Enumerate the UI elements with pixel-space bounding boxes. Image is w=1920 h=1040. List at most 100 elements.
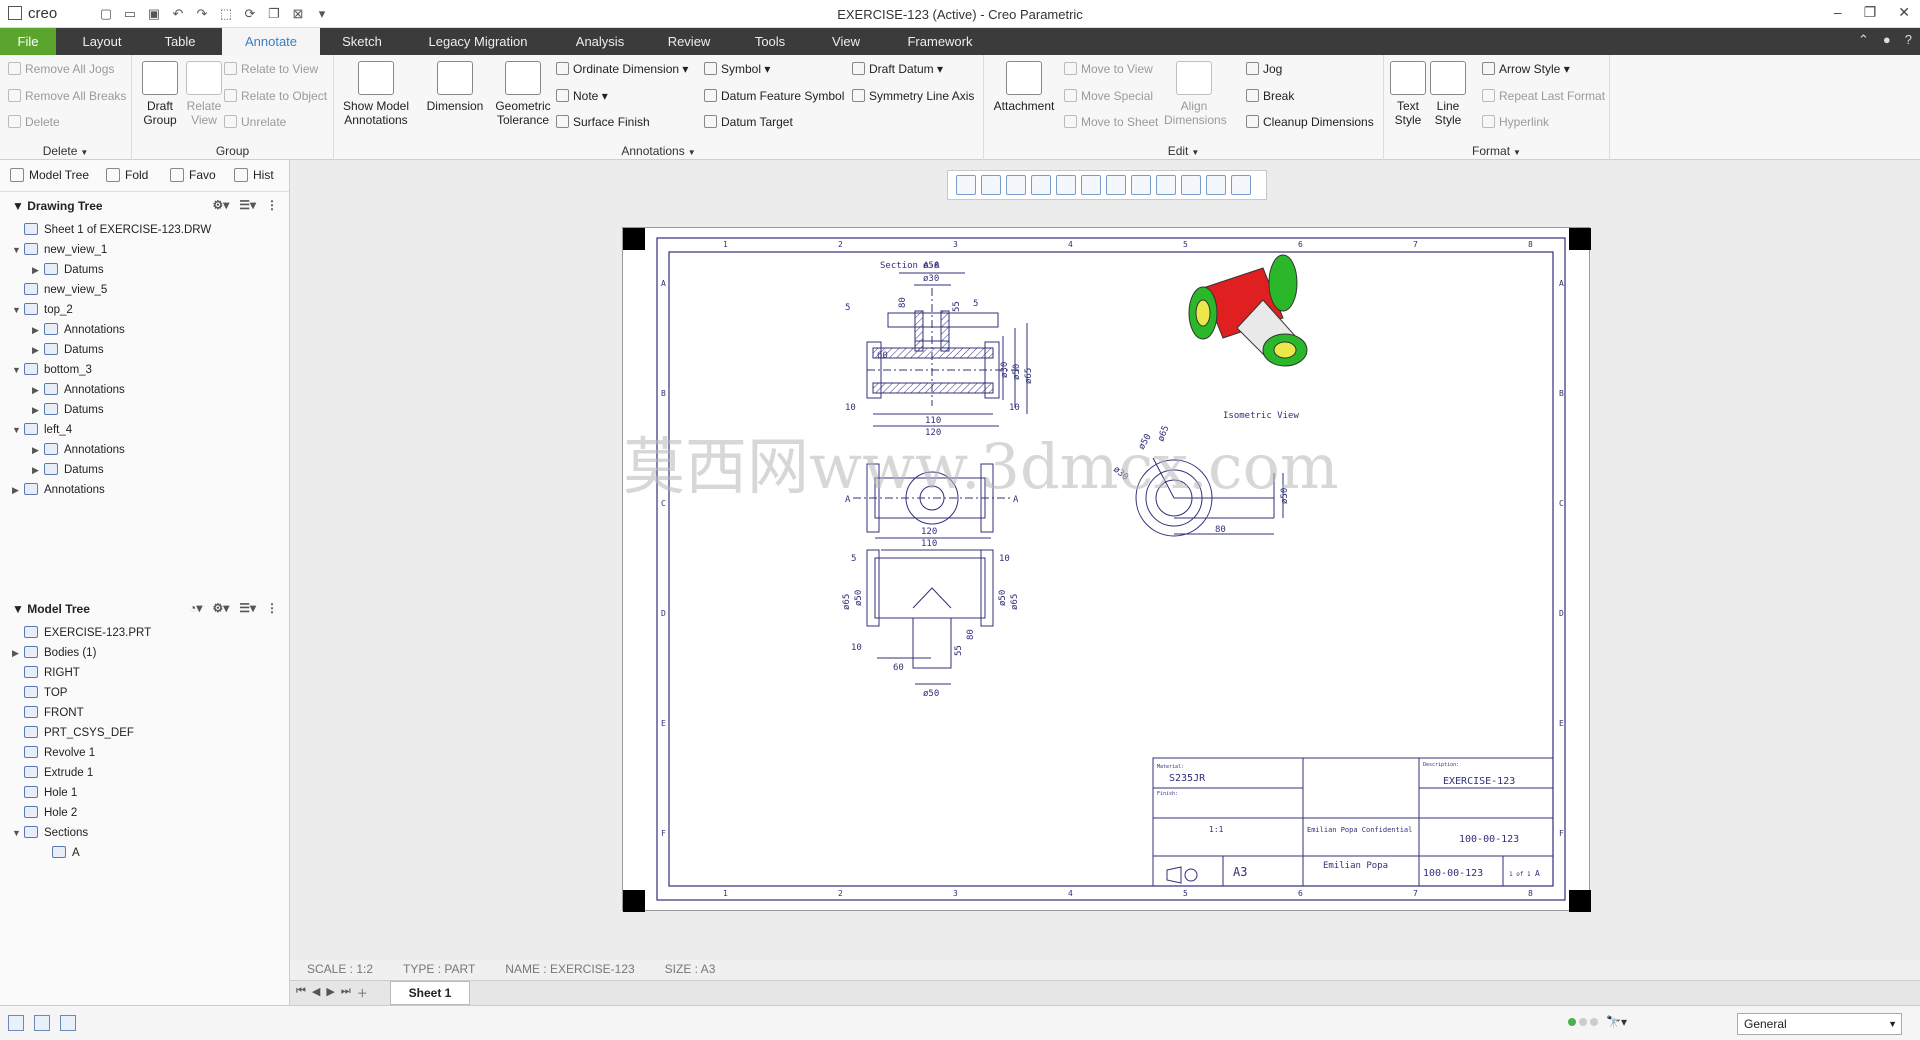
tab-tools[interactable]: Tools — [740, 28, 800, 55]
model-tree-filter-icon[interactable]: ☰▾ — [239, 601, 256, 615]
tree-display-icon[interactable]: ◔▾ — [189, 601, 202, 615]
last-sheet-icon[interactable]: ⏭ — [341, 985, 351, 1001]
model-tree-settings-icon[interactable]: ⚙▾ — [212, 601, 229, 615]
note-button[interactable]: Note ▾ — [556, 86, 608, 106]
show-browser-icon[interactable] — [34, 1015, 50, 1031]
hyperlink-button[interactable]: Hyperlink — [1482, 112, 1549, 132]
model-tree-columns-icon[interactable]: ⋮ — [266, 601, 278, 615]
datum-feature-symbol-button[interactable]: Datum Feature Symbol — [704, 86, 844, 106]
tab-table[interactable]: Table — [150, 28, 210, 55]
model-tree-item[interactable]: Hole 2 — [12, 803, 77, 823]
model-tree-item[interactable]: Extrude 1 — [12, 763, 93, 783]
model-tree-item[interactable]: PRT_CSYS_DEF — [12, 723, 134, 743]
drawing-tree-item[interactable]: ▶ Datums — [32, 460, 104, 480]
show-model-annotations-button[interactable]: Show Model Annotations — [338, 61, 414, 127]
tree-columns-icon[interactable]: ⋮ — [266, 198, 278, 212]
relate-to-object-button[interactable]: Relate to Object — [224, 86, 327, 106]
tree-settings-icon[interactable]: ⚙▾ — [212, 198, 229, 212]
model-tree-item[interactable]: EXERCISE-123.PRT — [12, 623, 151, 643]
drawing-sheet[interactable]: 1122334455667788 AABBCCDDEEFF Section A-… — [622, 227, 1591, 912]
saved-views-icon[interactable] — [1081, 175, 1101, 195]
tab-favorites[interactable]: Favo — [170, 168, 216, 182]
move-to-view-button[interactable]: Move to View — [1064, 59, 1153, 79]
expand-toggle-icon[interactable]: ▶ — [32, 340, 44, 360]
axis-display-icon[interactable] — [1231, 175, 1251, 195]
draft-group-button[interactable]: Draft Group — [138, 61, 182, 127]
expand-toggle-icon[interactable]: ▶ — [32, 400, 44, 420]
tab-framework[interactable]: Framework — [888, 28, 992, 55]
drawing-tree-item[interactable]: ▶ Annotations — [12, 480, 105, 500]
datum-display-icon[interactable] — [1131, 175, 1151, 195]
tab-model-tree[interactable]: Model Tree — [10, 168, 89, 182]
move-special-button[interactable]: Move Special — [1064, 86, 1153, 106]
collapse-ribbon-icon[interactable]: ⌃ — [1858, 32, 1869, 48]
close-icon[interactable]: ✕ — [1898, 4, 1910, 21]
delete-group-label[interactable]: Delete ▼ — [0, 144, 131, 158]
model-tree-item[interactable]: A — [40, 843, 80, 863]
view-manager-icon[interactable] — [1106, 175, 1126, 195]
minimize-icon[interactable]: – — [1834, 4, 1842, 21]
expand-toggle-icon[interactable]: ▶ — [32, 320, 44, 340]
tab-file[interactable]: File — [0, 28, 56, 55]
expand-toggle-icon[interactable]: ▶ — [32, 380, 44, 400]
drawing-tree-item[interactable]: ▼ new_view_1 — [12, 240, 107, 260]
align-dimensions-button[interactable]: Align Dimensions — [1164, 61, 1227, 127]
selection-filter[interactable]: General ▼ — [1737, 1013, 1902, 1035]
unrelate-button[interactable]: Unrelate — [224, 112, 286, 132]
drawing-tree-item[interactable]: ▶ Annotations — [32, 440, 125, 460]
draft-datum-button[interactable]: Draft Datum ▾ — [852, 59, 943, 79]
drawing-tree-item[interactable]: ▼ left_4 — [12, 420, 72, 440]
text-style-button[interactable]: Text Style — [1388, 61, 1428, 127]
model-tree-title[interactable]: ▼ Model Tree — [12, 602, 90, 616]
drawing-tree-title[interactable]: ▼ Drawing Tree — [12, 199, 103, 213]
edit-group-label[interactable]: Edit ▼ — [984, 144, 1383, 158]
drawing-tree-item[interactable]: Sheet 1 of EXERCISE-123.DRW — [12, 220, 211, 240]
display-style-icon[interactable] — [1056, 175, 1076, 195]
show-navigator-icon[interactable] — [8, 1015, 24, 1031]
drawing-tree-item[interactable]: ▶ Annotations — [32, 380, 125, 400]
model-tree-item[interactable]: FRONT — [12, 703, 84, 723]
annotation-display-icon[interactable] — [1156, 175, 1176, 195]
model-tree-item[interactable]: Revolve 1 — [12, 743, 95, 763]
format-group-label[interactable]: Format ▼ — [1384, 144, 1609, 158]
sheet-tab[interactable]: Sheet 1 — [390, 981, 470, 1005]
next-sheet-icon[interactable]: ▶ — [326, 985, 334, 1001]
expand-toggle-icon[interactable]: ▶ — [32, 260, 44, 280]
tab-layout[interactable]: Layout — [72, 28, 132, 55]
expand-toggle-icon[interactable]: ▶ — [12, 643, 24, 663]
drawing-tree-item[interactable]: ▶ Datums — [32, 260, 104, 280]
find-icon[interactable]: 🔭▾ — [1606, 1015, 1636, 1033]
full-screen-icon[interactable] — [60, 1015, 76, 1031]
arrow-style-button[interactable]: Arrow Style ▾ — [1482, 59, 1570, 79]
dimension-button[interactable]: Dimension — [422, 61, 488, 113]
attachment-button[interactable]: Attachment — [992, 61, 1056, 113]
relate-view-button[interactable]: Relate View — [182, 61, 226, 127]
user-icon[interactable]: ● — [1883, 32, 1891, 48]
expand-toggle-icon[interactable]: ▶ — [12, 480, 24, 500]
tree-filter-icon[interactable]: ☰▾ — [239, 198, 256, 212]
jog-button[interactable]: Jog — [1246, 59, 1282, 79]
model-tree-item[interactable]: ▶ Bodies (1) — [12, 643, 96, 663]
regeneration-status[interactable] — [1568, 1018, 1598, 1026]
zoom-in-icon[interactable] — [981, 175, 1001, 195]
expand-toggle-icon[interactable]: ▶ — [32, 460, 44, 480]
cleanup-dimensions-button[interactable]: Cleanup Dimensions — [1246, 112, 1374, 132]
annotations-group-label[interactable]: Annotations ▼ — [334, 144, 983, 158]
ordinate-dimension-button[interactable]: Ordinate Dimension ▾ — [556, 59, 688, 79]
add-sheet-icon[interactable]: ＋ — [357, 985, 368, 1001]
tab-sketch[interactable]: Sketch — [330, 28, 394, 55]
expand-toggle-icon[interactable]: ▶ — [32, 440, 44, 460]
break-button[interactable]: Break — [1246, 86, 1294, 106]
expand-toggle-icon[interactable]: ▼ — [12, 360, 24, 380]
expand-toggle-icon[interactable]: ▼ — [12, 300, 24, 320]
model-tree-item[interactable]: ▼ Sections — [12, 823, 88, 843]
model-tree-item[interactable]: RIGHT — [12, 663, 80, 683]
expand-toggle-icon[interactable]: ▼ — [12, 420, 24, 440]
tab-annotate[interactable]: Annotate — [222, 28, 320, 55]
drawing-tree-item[interactable]: ▼ bottom_3 — [12, 360, 92, 380]
csys-display-icon[interactable] — [1206, 175, 1226, 195]
drawing-tree-item[interactable]: ▼ top_2 — [12, 300, 73, 320]
tab-legacy-migration[interactable]: Legacy Migration — [414, 28, 542, 55]
help-icon[interactable]: ? — [1905, 32, 1912, 48]
restore-icon[interactable]: ❐ — [1864, 4, 1877, 21]
